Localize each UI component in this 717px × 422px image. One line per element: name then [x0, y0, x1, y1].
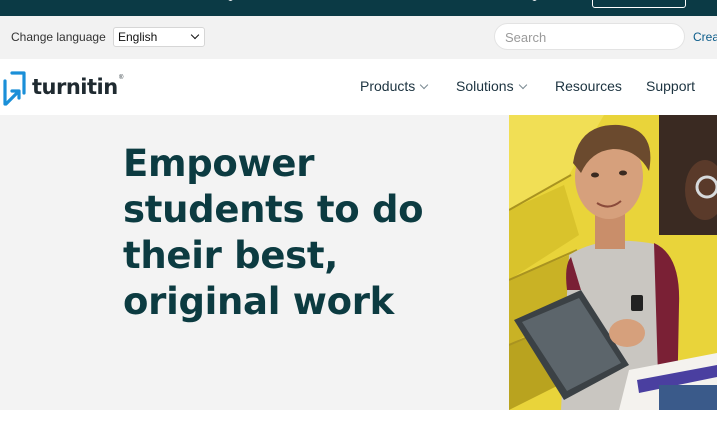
hero-section: Empower students to do their best, origi…: [0, 115, 717, 410]
chevron-down-icon: [190, 30, 200, 40]
nav-item-support[interactable]: Support: [646, 78, 695, 94]
page-below-fold: [0, 410, 717, 422]
hero-title-line: Empower: [123, 142, 315, 185]
nav-item-solutions[interactable]: Solutions: [456, 78, 527, 94]
hero-title: Empower students to do their best, origi…: [123, 141, 493, 325]
create-account-link[interactable]: Crea: [693, 30, 717, 44]
topbar-partial-glyph: [228, 0, 233, 1]
hero-image: [509, 115, 717, 410]
nav-item-resources[interactable]: Resources: [555, 78, 622, 94]
search-input[interactable]: [505, 28, 675, 46]
hero-title-line: original work: [123, 280, 394, 323]
nav-item-products[interactable]: Products: [360, 78, 429, 94]
change-language-label: Change language: [11, 30, 106, 44]
topbar-partial-glyph: [532, 0, 537, 1]
main-navigation: turnitin ® Products Solutions Resources …: [0, 59, 717, 115]
language-select-value: English: [118, 30, 158, 44]
turnitin-logo-icon: [3, 71, 26, 106]
logo-wordmark: turnitin: [32, 75, 118, 99]
nav-item-label: Support: [646, 78, 696, 94]
students-photo-illustration: [509, 115, 717, 410]
language-select[interactable]: English: [113, 27, 205, 47]
hero-title-line: students to do: [123, 188, 424, 231]
turnitin-logo[interactable]: turnitin ®: [3, 71, 128, 107]
nav-item-label: Products: [360, 78, 416, 94]
chevron-down-icon: [518, 80, 527, 90]
nav-item-label: Solutions: [456, 78, 514, 94]
top-announcement-bar: [0, 0, 717, 16]
topbar-button[interactable]: [592, 0, 686, 8]
utility-bar: Change language English Crea: [0, 16, 717, 59]
hero-title-line: their best,: [123, 234, 338, 277]
search-box[interactable]: [494, 23, 685, 50]
chevron-down-icon: [420, 80, 429, 90]
logo-trademark: ®: [119, 75, 124, 81]
nav-item-label: Resources: [555, 78, 622, 94]
